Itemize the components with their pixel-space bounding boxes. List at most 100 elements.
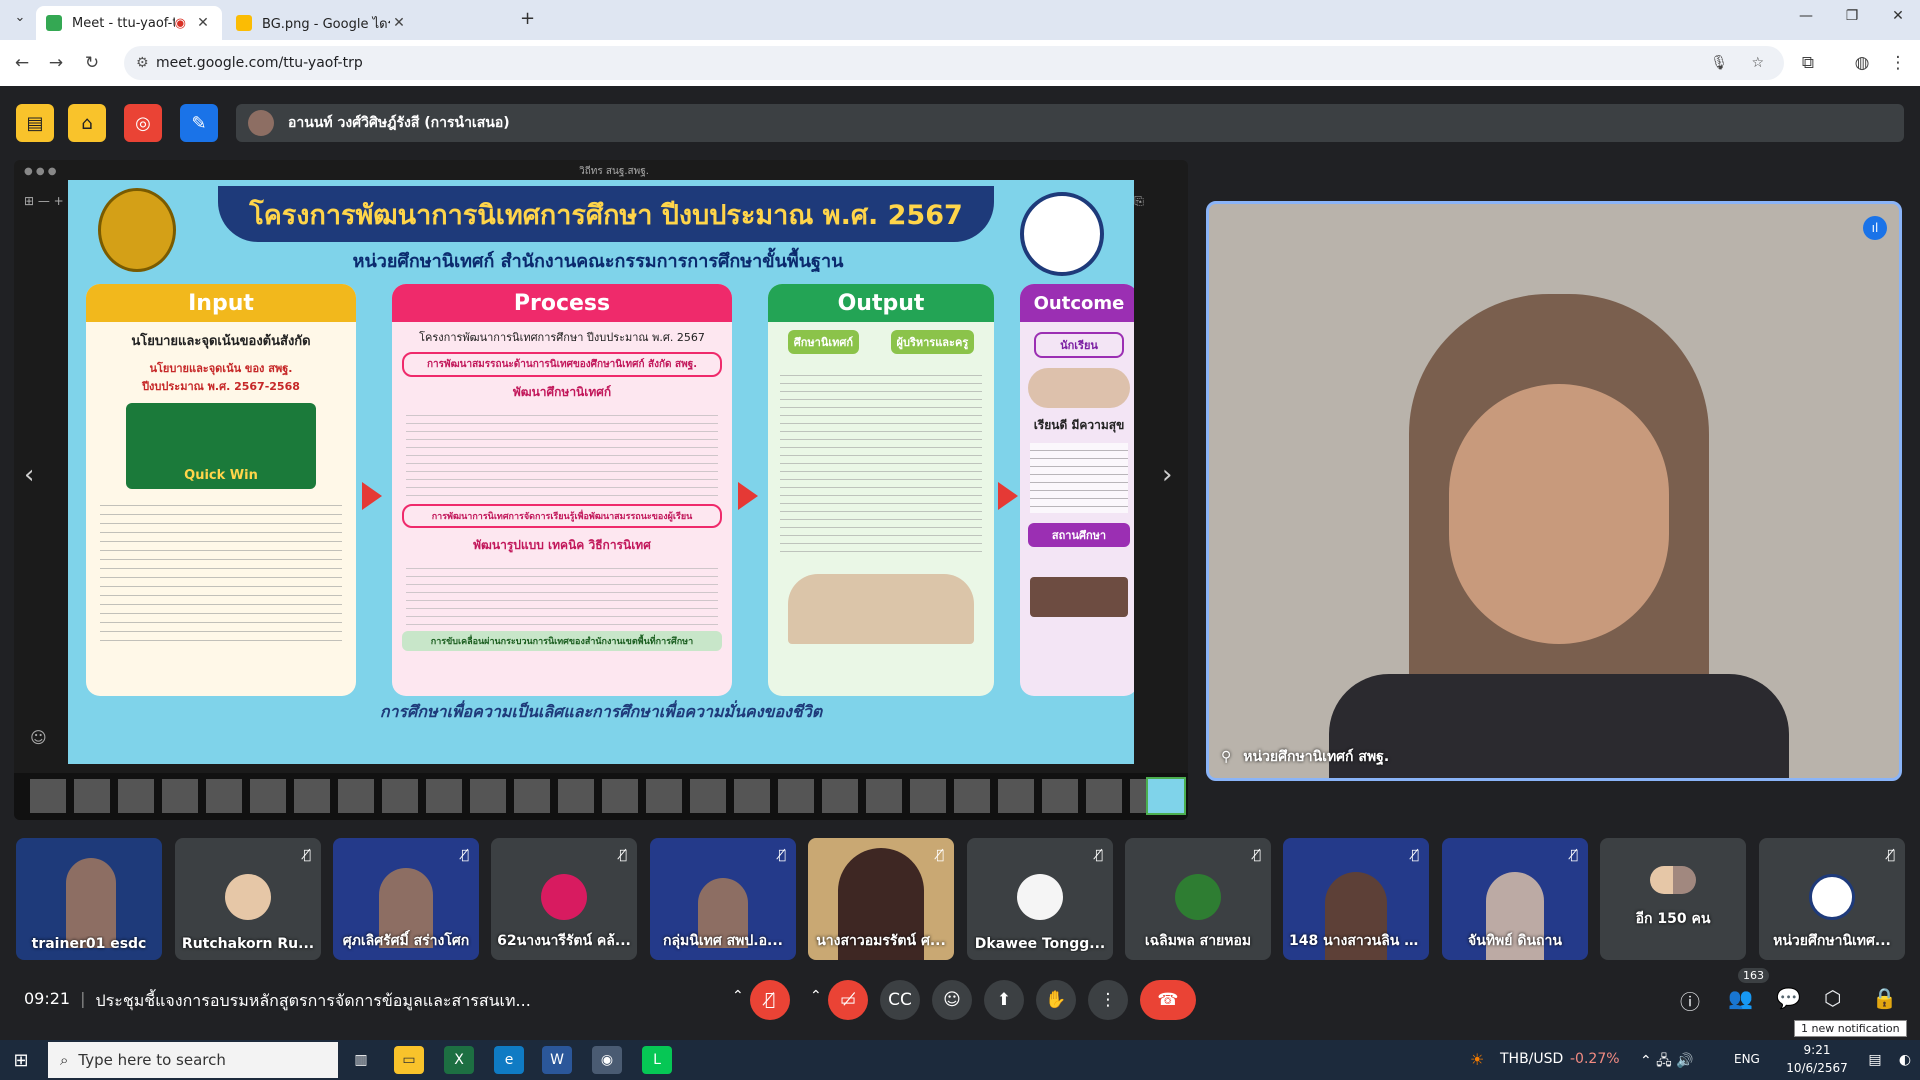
tab-meet[interactable]: Meet - ttu-yaof-trp ◉ ✕ <box>36 6 222 40</box>
thumbnail-strip[interactable] <box>30 779 1180 813</box>
address-bar: ← → ↻ ⚙ meet.google.com/ttu-yaof-trp 🎙 ☆… <box>0 40 1920 87</box>
close-tab-icon[interactable]: ✕ <box>194 15 212 31</box>
process-illustration <box>406 408 718 498</box>
edge-icon[interactable]: e <box>494 1046 524 1074</box>
output-line1: ศึกษานิเทศก์ <box>787 330 860 354</box>
participant-tile-10[interactable]: 🎙̸ จันทิพย์ ดินถาน <box>1442 838 1588 960</box>
participant-tile-7[interactable]: 🎙̸ Dkawee Tongg... <box>967 838 1113 960</box>
outcome-line3: สถานศึกษา <box>1028 523 1130 547</box>
participant-tile-6[interactable]: 🎙̸ นางสาวอมรรัตน์ ศ... <box>808 838 954 960</box>
reload-icon[interactable]: ↻ <box>78 49 106 77</box>
profile-icon[interactable]: ◍ <box>1848 49 1876 77</box>
emoji-icon[interactable]: ☺ <box>30 728 47 747</box>
mic-off-icon: 🎙̸ <box>1887 848 1895 863</box>
minimize-icon[interactable]: — <box>1786 8 1826 24</box>
close-tab-icon[interactable]: ✕ <box>390 15 408 31</box>
participant-name: เฉลิมพล สายหอม <box>1144 933 1252 949</box>
forward-icon[interactable]: → <box>42 49 70 77</box>
search-icon: ⌕ <box>60 1051 69 1069</box>
bookmark-star-icon[interactable]: ☆ <box>1751 55 1764 71</box>
next-slide-icon[interactable]: › <box>1162 460 1172 490</box>
prev-slide-icon[interactable]: ‹ <box>24 460 34 490</box>
speaker-face <box>1449 384 1669 644</box>
slide-thumbnails[interactable] <box>14 773 1188 820</box>
new-tab-icon[interactable]: + <box>520 8 535 29</box>
slide-title: โครงการพัฒนาการนิเทศการศึกษา ปีงบประมาณ … <box>218 186 994 242</box>
participant-tile-2[interactable]: 🎙̸ Rutchakorn Ru... <box>175 838 321 960</box>
notification-center-icon[interactable]: ▤ <box>1860 1046 1890 1074</box>
reactions-button[interactable]: ☺ <box>932 980 972 1020</box>
tray-icons[interactable]: ⌃ 🖧 🔊 <box>1640 1050 1694 1074</box>
active-speaker-tile[interactable]: ıl ⚲ หน่วยศึกษานิเทศก์ สพฐ. <box>1206 201 1902 781</box>
chrome-icon[interactable]: ◉ <box>592 1046 622 1074</box>
activities-icon[interactable]: ⬡ <box>1824 986 1841 1010</box>
more-options-button[interactable]: ⋮ <box>1088 980 1128 1020</box>
close-window-icon[interactable]: ✕ <box>1878 8 1918 24</box>
leave-call-button[interactable]: ☎ <box>1140 980 1196 1020</box>
browser-tab-bar: ⌄ Meet - ttu-yaof-trp ◉ ✕ BG.png - Googl… <box>0 0 1920 40</box>
participant-tile-3[interactable]: 🎙̸ ศุภเลิศรัศมิ์ สร่างโศก <box>333 838 479 960</box>
task-view-icon[interactable]: ▥ <box>346 1046 376 1074</box>
drive-favicon-icon <box>236 15 252 31</box>
outcome-text <box>1030 443 1128 513</box>
output-column: Output ศึกษานิเทศก์ ผู้บริหารและครู <box>768 284 994 696</box>
host-controls-icon[interactable]: 🔒 <box>1872 986 1897 1010</box>
outcome-head: Outcome <box>1020 284 1134 322</box>
participant-tile-8[interactable]: 🎙̸ เฉลิมพล สายหอม <box>1125 838 1271 960</box>
chat-icon[interactable]: 💬 <box>1776 986 1801 1010</box>
participant-tile-4[interactable]: 🎙̸ 62นางนารีรัตน์ คล้... <box>491 838 637 960</box>
menu-icon[interactable]: ⋮ <box>1884 49 1912 77</box>
captions-off-icon[interactable]: ▤ <box>16 104 54 142</box>
word-icon[interactable]: W <box>542 1046 572 1074</box>
tab-search-icon[interactable]: ⌄ <box>8 10 32 32</box>
whiteboard-icon[interactable]: ✎ <box>180 104 218 142</box>
excel-icon[interactable]: X <box>444 1046 474 1074</box>
info-icon[interactable]: ⓘ <box>1680 986 1700 1015</box>
slide-subtitle: หน่วยศึกษานิเทศก์ สำนักงานคณะกรรมการการศ… <box>352 251 844 272</box>
participant-tile-9[interactable]: 🎙̸ 148 นางสาวนลิน เ... <box>1283 838 1429 960</box>
copilot-icon[interactable]: ◐ <box>1890 1046 1920 1074</box>
video-options-icon[interactable]: ⌃ <box>810 988 822 1004</box>
presentation-frame[interactable]: ● ● ● วิถีทร สนฐ.สพฐ. ⊞ — + ⤢ ⟲ ⤡ ⇲ ⇪ ⤓ … <box>14 160 1188 820</box>
audio-options-icon[interactable]: ⌃ <box>732 988 744 1004</box>
participant-name: trainer01 esdc <box>31 936 147 952</box>
file-explorer-icon[interactable]: ▭ <box>394 1046 424 1074</box>
building-icon[interactable]: ⌂ <box>68 104 106 142</box>
captions-button[interactable]: CC <box>880 980 920 1020</box>
participant-tile-more[interactable]: อีก 150 คน <box>1600 838 1746 960</box>
mic-off-icon: 🎙̸ <box>1570 848 1578 863</box>
avatar <box>541 874 587 920</box>
start-icon[interactable]: ⊞ <box>6 1046 36 1074</box>
camera-off-button[interactable]: ▭̸ <box>828 980 868 1020</box>
participant-name: ศุภเลิศรัศมิ์ สร่างโศก <box>342 933 470 949</box>
present-button[interactable]: ⬆ <box>984 980 1024 1020</box>
weather-icon[interactable]: ☀ <box>1470 1050 1484 1069</box>
recording-icon: ◉ <box>174 15 186 31</box>
back-icon[interactable]: ← <box>8 49 36 77</box>
extensions-icon[interactable]: ⧉ <box>1794 49 1822 77</box>
language-indicator[interactable]: ENG <box>1734 1052 1760 1066</box>
site-info-icon: ⚙ <box>136 55 149 71</box>
mic-icon[interactable]: 🎙 <box>1710 55 1728 71</box>
taskbar-search[interactable]: ⌕ Type here to search <box>48 1042 338 1078</box>
raise-hand-button[interactable]: ✋ <box>1036 980 1076 1020</box>
participant-tile-1[interactable]: trainer01 esdc <box>16 838 162 960</box>
pin-icon[interactable]: ⚲ <box>1221 749 1231 765</box>
presenter-pill[interactable]: อานนท์ วงศ์วิศิษฎ์รังสี (การนำเสนอ) <box>236 104 1904 142</box>
participant-tile-5[interactable]: 🎙̸ กลุ่มนิเทศ สพป.อ... <box>650 838 796 960</box>
record-icon[interactable]: ◎ <box>124 104 162 142</box>
mic-off-button[interactable]: 🎙̸ <box>750 980 790 1020</box>
clock-date[interactable]: 10/6/2567 <box>1782 1061 1852 1075</box>
meeting-time: 09:21 <box>24 989 71 1008</box>
input-line2: นโยบายและจุดเน้น ของ สพฐ. ปีงบประมาณ พ.ศ… <box>142 362 300 393</box>
url-field[interactable]: ⚙ meet.google.com/ttu-yaof-trp 🎙 ☆ <box>124 46 1784 80</box>
meeting-info: 09:21 | ประชุมชี้แจงการอบรมหลักสูตรการจั… <box>24 989 531 1014</box>
tab-drive[interactable]: BG.png - Google ไดรฟ์ ✕ <box>226 6 418 40</box>
active-thumbnail[interactable] <box>1146 777 1186 815</box>
participant-tile-12[interactable]: 🎙̸ หน่วยศึกษานิเทศ... <box>1759 838 1905 960</box>
clock-time[interactable]: 9:21 <box>1782 1043 1852 1057</box>
line-icon[interactable]: L <box>642 1046 672 1074</box>
people-icon[interactable]: 👥 <box>1728 986 1753 1010</box>
url-text: meet.google.com/ttu-yaof-trp <box>156 55 363 71</box>
restore-icon[interactable]: ❐ <box>1832 8 1872 24</box>
